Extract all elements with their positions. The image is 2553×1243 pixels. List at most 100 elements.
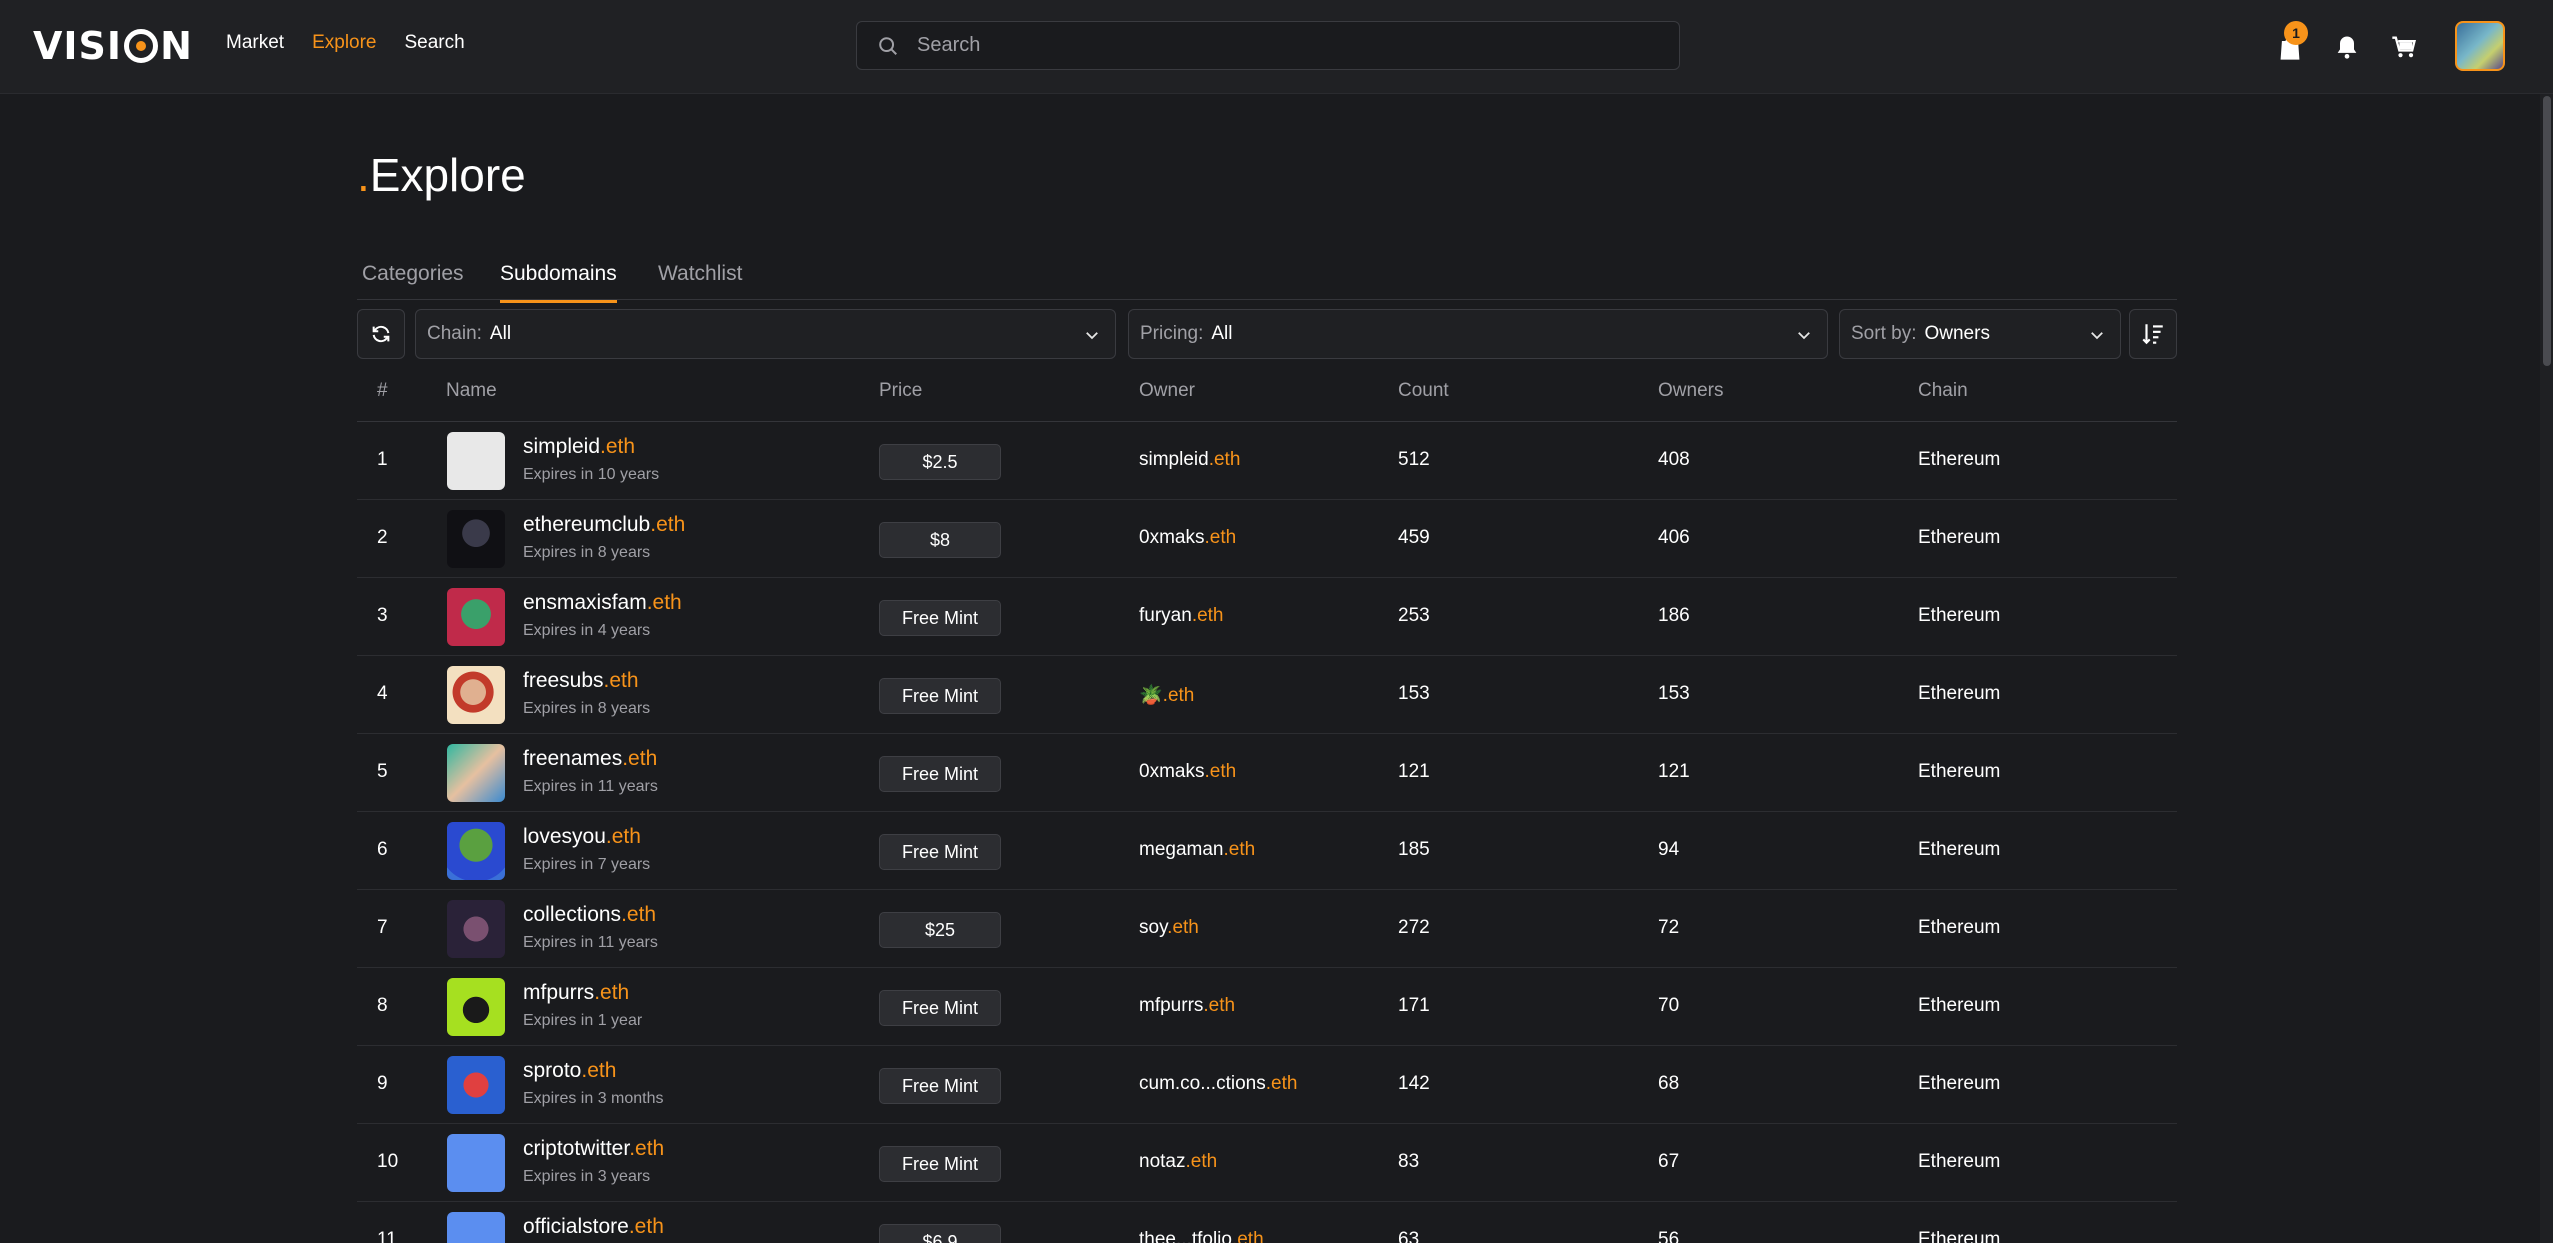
subdomain-name[interactable]: sproto.eth	[523, 1059, 616, 1083]
owner-name[interactable]: mfpurrs.eth	[1139, 995, 1235, 1017]
table-row[interactable]: 2 ethereumclub.eth Expires in 8 years $8…	[357, 500, 2177, 578]
notification-badge: 1	[2284, 21, 2308, 45]
count-value: 63	[1398, 1229, 1420, 1243]
owner-name[interactable]: megaman.eth	[1139, 839, 1255, 861]
subdomain-name[interactable]: ethereumclub.eth	[523, 513, 685, 537]
subdomain-name[interactable]: criptotwitter.eth	[523, 1137, 664, 1161]
subdomain-name[interactable]: officialstore.eth	[523, 1215, 664, 1239]
owner-name[interactable]: cum.co...ctions.eth	[1139, 1073, 1297, 1095]
table-row[interactable]: 1 simpleid.eth Expires in 10 years $2.5 …	[357, 422, 2177, 500]
user-avatar[interactable]	[2455, 21, 2505, 71]
subdomain-name[interactable]: freenames.eth	[523, 747, 657, 771]
search-icon	[879, 36, 897, 55]
col-name[interactable]: Name	[446, 380, 497, 402]
refresh-button[interactable]	[357, 309, 405, 359]
chain-value: Ethereum	[1918, 839, 2001, 860]
col-count[interactable]: Count	[1398, 380, 1449, 402]
owner-name[interactable]: 🪴.eth	[1139, 683, 1194, 707]
table-row[interactable]: 6 lovesyou.eth Expires in 7 years Free M…	[357, 812, 2177, 890]
owner-name[interactable]: notaz.eth	[1139, 1151, 1217, 1173]
owner-name[interactable]: simpleid.eth	[1139, 449, 1240, 471]
nav-market[interactable]: Market	[226, 32, 284, 54]
chain-value: Ethereum	[1918, 527, 2001, 548]
col-chain[interactable]: Chain	[1918, 380, 1968, 402]
price-button[interactable]: Free Mint	[879, 834, 1001, 870]
tab-watchlist[interactable]: Watchlist	[658, 262, 742, 300]
collection-thumbnail[interactable]	[447, 900, 505, 958]
price-button[interactable]: Free Mint	[879, 1068, 1001, 1104]
col-price[interactable]: Price	[879, 380, 922, 402]
price-button[interactable]: $8	[879, 522, 1001, 558]
price-button[interactable]: $6.9	[879, 1224, 1001, 1243]
sort-by-label: Sort by:	[1851, 323, 1917, 344]
pricing-filter-value: All	[1211, 323, 1233, 344]
nav-explore[interactable]: Explore	[312, 32, 376, 54]
count-value: 185	[1398, 839, 1430, 860]
price-button[interactable]: Free Mint	[879, 1146, 1001, 1182]
chevron-down-icon	[1086, 332, 1098, 340]
sort-by-select[interactable]: Sort by: Owners	[1839, 309, 2121, 359]
owner-name[interactable]: 0xmaks.eth	[1139, 761, 1236, 783]
collection-thumbnail[interactable]	[447, 432, 505, 490]
subdomain-name[interactable]: ensmaxisfam.eth	[523, 591, 682, 615]
chain-filter-select[interactable]: Chain: All	[415, 309, 1116, 359]
subdomain-name[interactable]: simpleid.eth	[523, 435, 635, 459]
owners-value: 153	[1658, 683, 1690, 704]
expiry-text: Expires in 11 years	[523, 934, 658, 951]
subdomain-name[interactable]: collections.eth	[523, 903, 656, 927]
collection-thumbnail[interactable]	[447, 588, 505, 646]
search-input[interactable]	[917, 34, 1617, 57]
count-value: 512	[1398, 449, 1430, 470]
table-row[interactable]: 5 freenames.eth Expires in 11 years Free…	[357, 734, 2177, 812]
tab-categories[interactable]: Categories	[362, 262, 464, 300]
subdomain-name[interactable]: mfpurrs.eth	[523, 981, 629, 1005]
search-bar[interactable]	[856, 21, 1680, 70]
chain-value: Ethereum	[1918, 761, 2001, 782]
table-row[interactable]: 8 mfpurrs.eth Expires in 1 year Free Min…	[357, 968, 2177, 1046]
chain-value: Ethereum	[1918, 1229, 2001, 1243]
table-row[interactable]: 9 sproto.eth Expires in 3 months Free Mi…	[357, 1046, 2177, 1124]
bell-icon[interactable]	[2333, 33, 2361, 61]
collection-thumbnail[interactable]	[447, 510, 505, 568]
main-nav: Market Explore Search	[226, 32, 465, 54]
price-button[interactable]: $2.5	[879, 444, 1001, 480]
tab-subdomains[interactable]: Subdomains	[500, 262, 617, 303]
collection-thumbnail[interactable]	[447, 744, 505, 802]
table-row[interactable]: 3 ensmaxisfam.eth Expires in 4 years Fre…	[357, 578, 2177, 656]
sort-direction-button[interactable]	[2129, 309, 2177, 359]
collection-thumbnail[interactable]	[447, 978, 505, 1036]
collection-thumbnail[interactable]	[447, 1056, 505, 1114]
cart-icon[interactable]	[2390, 33, 2418, 61]
table-row[interactable]: 4 freesubs.eth Expires in 8 years Free M…	[357, 656, 2177, 734]
table-row[interactable]: 10 criptotwitter.eth Expires in 3 years …	[357, 1124, 2177, 1202]
nav-search[interactable]: Search	[405, 32, 465, 54]
owner-name[interactable]: thee...tfolio.eth	[1139, 1229, 1264, 1243]
owner-name[interactable]: soy.eth	[1139, 917, 1199, 939]
price-button[interactable]: Free Mint	[879, 600, 1001, 636]
collection-thumbnail[interactable]	[447, 666, 505, 724]
subdomain-name[interactable]: lovesyou.eth	[523, 825, 641, 849]
collection-thumbnail[interactable]	[447, 822, 505, 880]
price-button[interactable]: Free Mint	[879, 678, 1001, 714]
page-scrollbar-thumb[interactable]	[2543, 96, 2551, 366]
owner-name[interactable]: furyan.eth	[1139, 605, 1224, 627]
vision-logo[interactable]: VISI N	[33, 22, 193, 70]
count-value: 121	[1398, 761, 1430, 782]
row-rank: 5	[377, 761, 388, 782]
collection-thumbnail[interactable]	[447, 1212, 505, 1243]
owner-name[interactable]: 0xmaks.eth	[1139, 527, 1236, 549]
col-owners[interactable]: Owners	[1658, 380, 1723, 402]
price-button[interactable]: Free Mint	[879, 756, 1001, 792]
subdomain-name[interactable]: freesubs.eth	[523, 669, 639, 693]
filter-bar: Chain: All Pricing: All Sort by: Owners	[357, 309, 2177, 359]
col-rank: #	[377, 380, 388, 401]
collection-thumbnail[interactable]	[447, 1134, 505, 1192]
pricing-filter-select[interactable]: Pricing: All	[1128, 309, 1828, 359]
price-button[interactable]: $25	[879, 912, 1001, 948]
page-title: .Explore	[357, 149, 526, 201]
expiry-text: Expires in 3 months	[523, 1090, 664, 1107]
table-row[interactable]: 11 officialstore.eth $6.9 thee...tfolio.…	[357, 1202, 2177, 1243]
price-button[interactable]: Free Mint	[879, 990, 1001, 1026]
table-row[interactable]: 7 collections.eth Expires in 11 years $2…	[357, 890, 2177, 968]
col-owner[interactable]: Owner	[1139, 380, 1195, 402]
